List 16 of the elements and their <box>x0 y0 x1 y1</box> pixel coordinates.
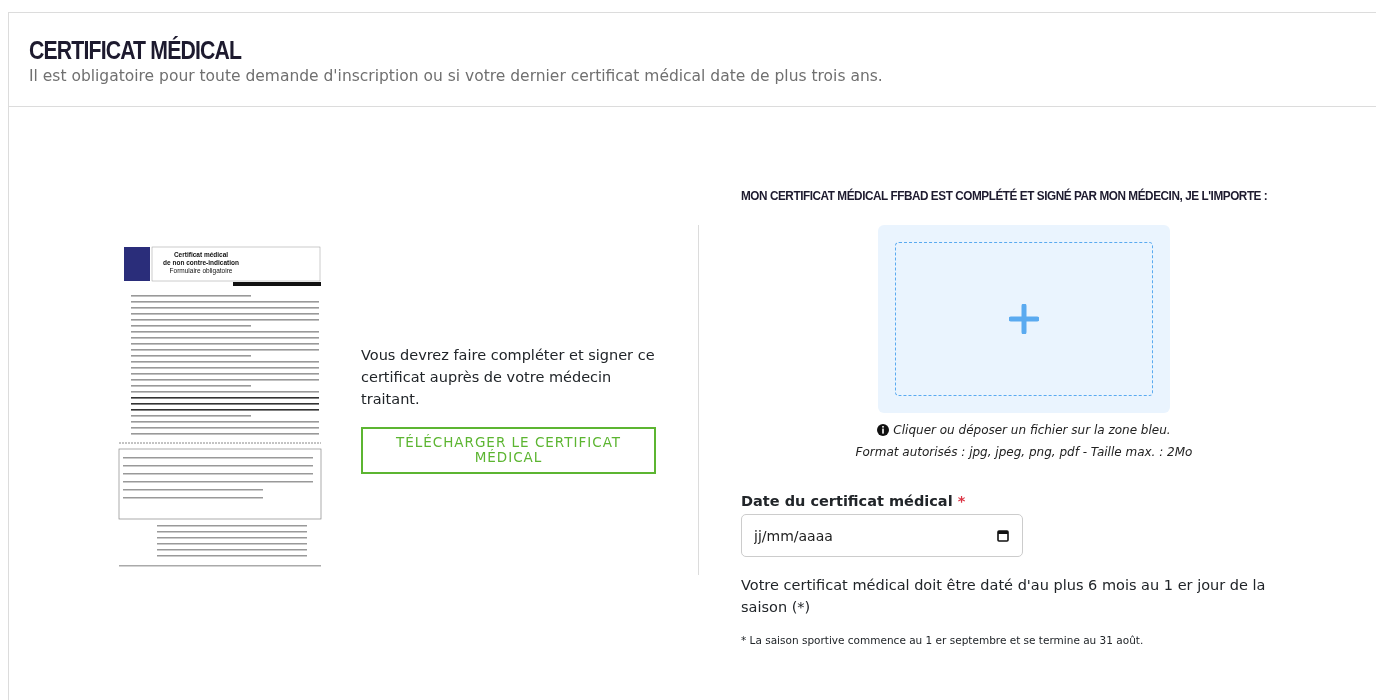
instructions-text: Vous devrez faire compléter et signer ce certificat auprès de votre médecin traitant. <box>361 346 656 409</box>
download-certificate-button[interactable]: TÉLÉCHARGER LE CERTIFICAT MÉDICAL <box>361 426 656 474</box>
season-footnote: * La saison sportive commence au 1 er septembre et se termine au 31 août. <box>741 632 1145 648</box>
date-field[interactable]: jj/mm/aaaa <box>741 514 1023 558</box>
upload-hint-text: Cliquer ou déposer un fichier sur la zone bleu. <box>893 421 1171 439</box>
upload-heading: MON CERTIFICAT MÉDICAL FFBAD EST COMPLÉTÉ ET SIGNÉ PAR MON MÉDECIN, JE L'IMPORTE : <box>741 187 1268 206</box>
info-icon <box>877 423 890 436</box>
section-subtitle: Il est obligatoire pour toute demande d'inscription ou si votre dernier certificat médical date de plus trois ans. <box>29 66 884 87</box>
plus-icon <box>1009 303 1039 334</box>
date-label: Date du certificat médical <box>741 492 953 509</box>
allowed-formats-text: Format autorisés : jpg, jpeg, png, pdf - Taille max. : 2Mo <box>855 444 1193 459</box>
file-drop-zone[interactable] <box>878 224 1170 413</box>
required-asterisk: * <box>957 492 966 509</box>
section-title: CERTIFICAT MÉDICAL <box>29 37 242 65</box>
validity-note: Votre certificat médical doit être daté d'au plus 6 mois au 1 er jour de la saison (*) <box>741 576 1267 617</box>
calendar-icon <box>997 529 1009 543</box>
